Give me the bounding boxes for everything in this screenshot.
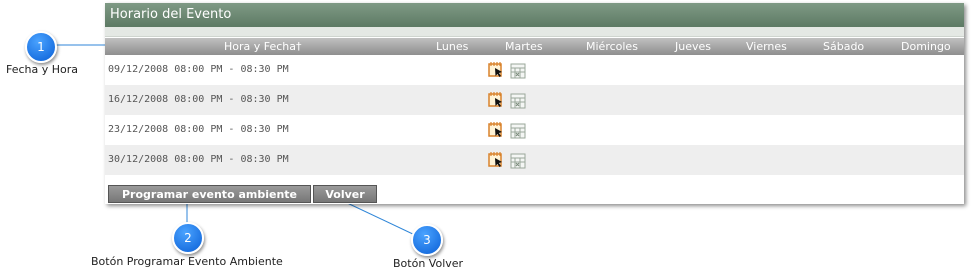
event-schedule-panel: Horario del Evento Hora y Fecha† Lunes M… <box>105 3 964 204</box>
calendar-edit-icon[interactable] <box>488 61 504 78</box>
calendar-edit-icon[interactable] <box>488 121 504 138</box>
schedule-grid-icon[interactable] <box>510 63 526 79</box>
callout-3-badge: 3 <box>411 224 443 256</box>
table-row: 16/12/2008 08:00 PM - 08:30 PM <box>105 85 964 115</box>
column-tuesday: Martes <box>505 40 543 53</box>
callout-2-badge: 2 <box>172 222 204 254</box>
column-friday: Viernes <box>746 40 787 53</box>
callout-1-label: Fecha y Hora <box>6 63 79 76</box>
table-row: 30/12/2008 08:00 PM - 08:30 PM <box>105 145 964 175</box>
schedule-grid-icon[interactable] <box>510 153 526 169</box>
calendar-edit-icon[interactable] <box>488 91 504 108</box>
schedule-grid-icon[interactable] <box>510 93 526 109</box>
callout-1-badge: 1 <box>25 31 57 63</box>
column-thursday: Jueves <box>675 40 711 53</box>
schedule-grid-icon[interactable] <box>510 123 526 139</box>
back-button[interactable]: Volver <box>313 185 377 203</box>
row-datetime: 30/12/2008 08:00 PM - 08:30 PM <box>108 154 289 165</box>
column-monday: Lunes <box>436 40 469 53</box>
program-ambient-event-button[interactable]: Programar evento ambiente <box>108 185 311 203</box>
row-datetime: 09/12/2008 08:00 PM - 08:30 PM <box>108 64 289 75</box>
panel-title: Horario del Evento <box>105 3 964 27</box>
table-header: Hora y Fecha† Lunes Martes Miércoles Jue… <box>105 38 964 55</box>
column-sunday: Domingo <box>901 40 951 53</box>
callout-3-line <box>342 200 418 237</box>
row-datetime: 16/12/2008 08:00 PM - 08:30 PM <box>108 94 289 105</box>
table-row: 09/12/2008 08:00 PM - 08:30 PM <box>105 55 964 85</box>
column-wednesday: Miércoles <box>586 40 638 53</box>
row-datetime: 23/12/2008 08:00 PM - 08:30 PM <box>108 124 289 135</box>
header-separator <box>105 27 964 37</box>
callout-2-label: Botón Programar Evento Ambiente <box>91 255 283 268</box>
callout-3-label: Botón Volver <box>393 257 464 270</box>
column-date-time[interactable]: Hora y Fecha† <box>224 38 302 55</box>
table-row: 23/12/2008 08:00 PM - 08:30 PM <box>105 115 964 145</box>
calendar-edit-icon[interactable] <box>488 151 504 168</box>
column-saturday: Sábado <box>823 40 865 53</box>
